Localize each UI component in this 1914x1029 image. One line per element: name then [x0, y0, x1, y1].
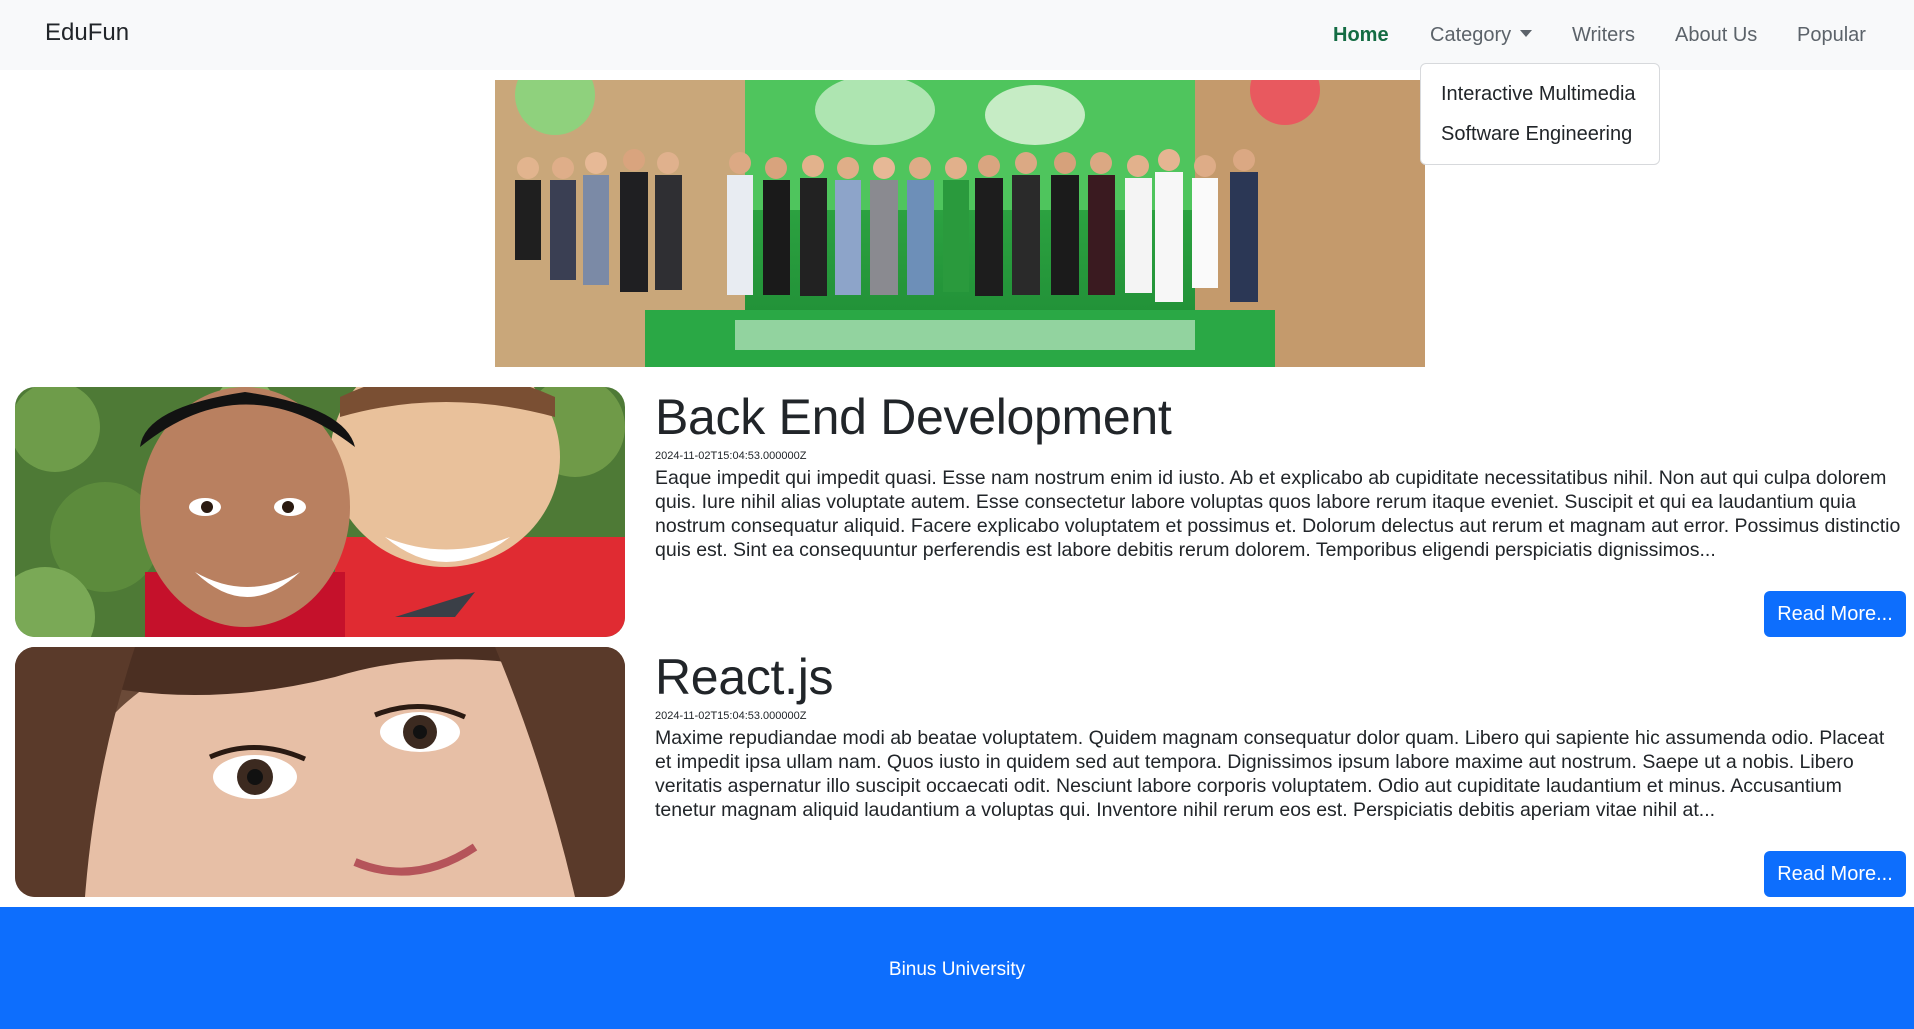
article-thumbnail	[15, 647, 625, 897]
article-excerpt: Eaque impedit qui impedit quasi. Esse na…	[655, 467, 1901, 561]
nav-category-label: Category	[1430, 24, 1512, 46]
article-thumbnail	[15, 387, 625, 637]
article-excerpt: Maxime repudiandae modi ab beatae volupt…	[655, 727, 1885, 821]
read-more-button[interactable]: Read More...	[1764, 851, 1906, 897]
chevron-down-icon	[1520, 30, 1533, 37]
category-dropdown-menu: Interactive Multimedia Software Engineer…	[1420, 63, 1660, 165]
brand-logo[interactable]: EduFun	[45, 19, 129, 47]
footer: Binus University	[0, 907, 1914, 1029]
nav-about-us[interactable]: About Us	[1675, 24, 1757, 47]
nav-popular[interactable]: Popular	[1797, 24, 1866, 47]
article-date: 2024-11-02T15:04:53.000000Z	[655, 710, 807, 722]
read-more-button[interactable]: Read More...	[1764, 591, 1906, 637]
article-title: Back End Development	[655, 389, 1172, 445]
article-title: React.js	[655, 649, 834, 705]
dropdown-item-software-engineering[interactable]: Software Engineering	[1441, 123, 1632, 146]
nav-category[interactable]: Category	[1430, 24, 1533, 47]
hero-banner-image	[495, 80, 1425, 367]
navbar: EduFun Home Category Writers About Us Po…	[0, 0, 1914, 70]
nav-writers[interactable]: Writers	[1572, 24, 1635, 47]
article-date: 2024-11-02T15:04:53.000000Z	[655, 450, 807, 462]
footer-text: Binus University	[888, 959, 1026, 980]
nav-home[interactable]: Home	[1333, 24, 1389, 47]
dropdown-item-interactive-multimedia[interactable]: Interactive Multimedia	[1441, 83, 1636, 106]
